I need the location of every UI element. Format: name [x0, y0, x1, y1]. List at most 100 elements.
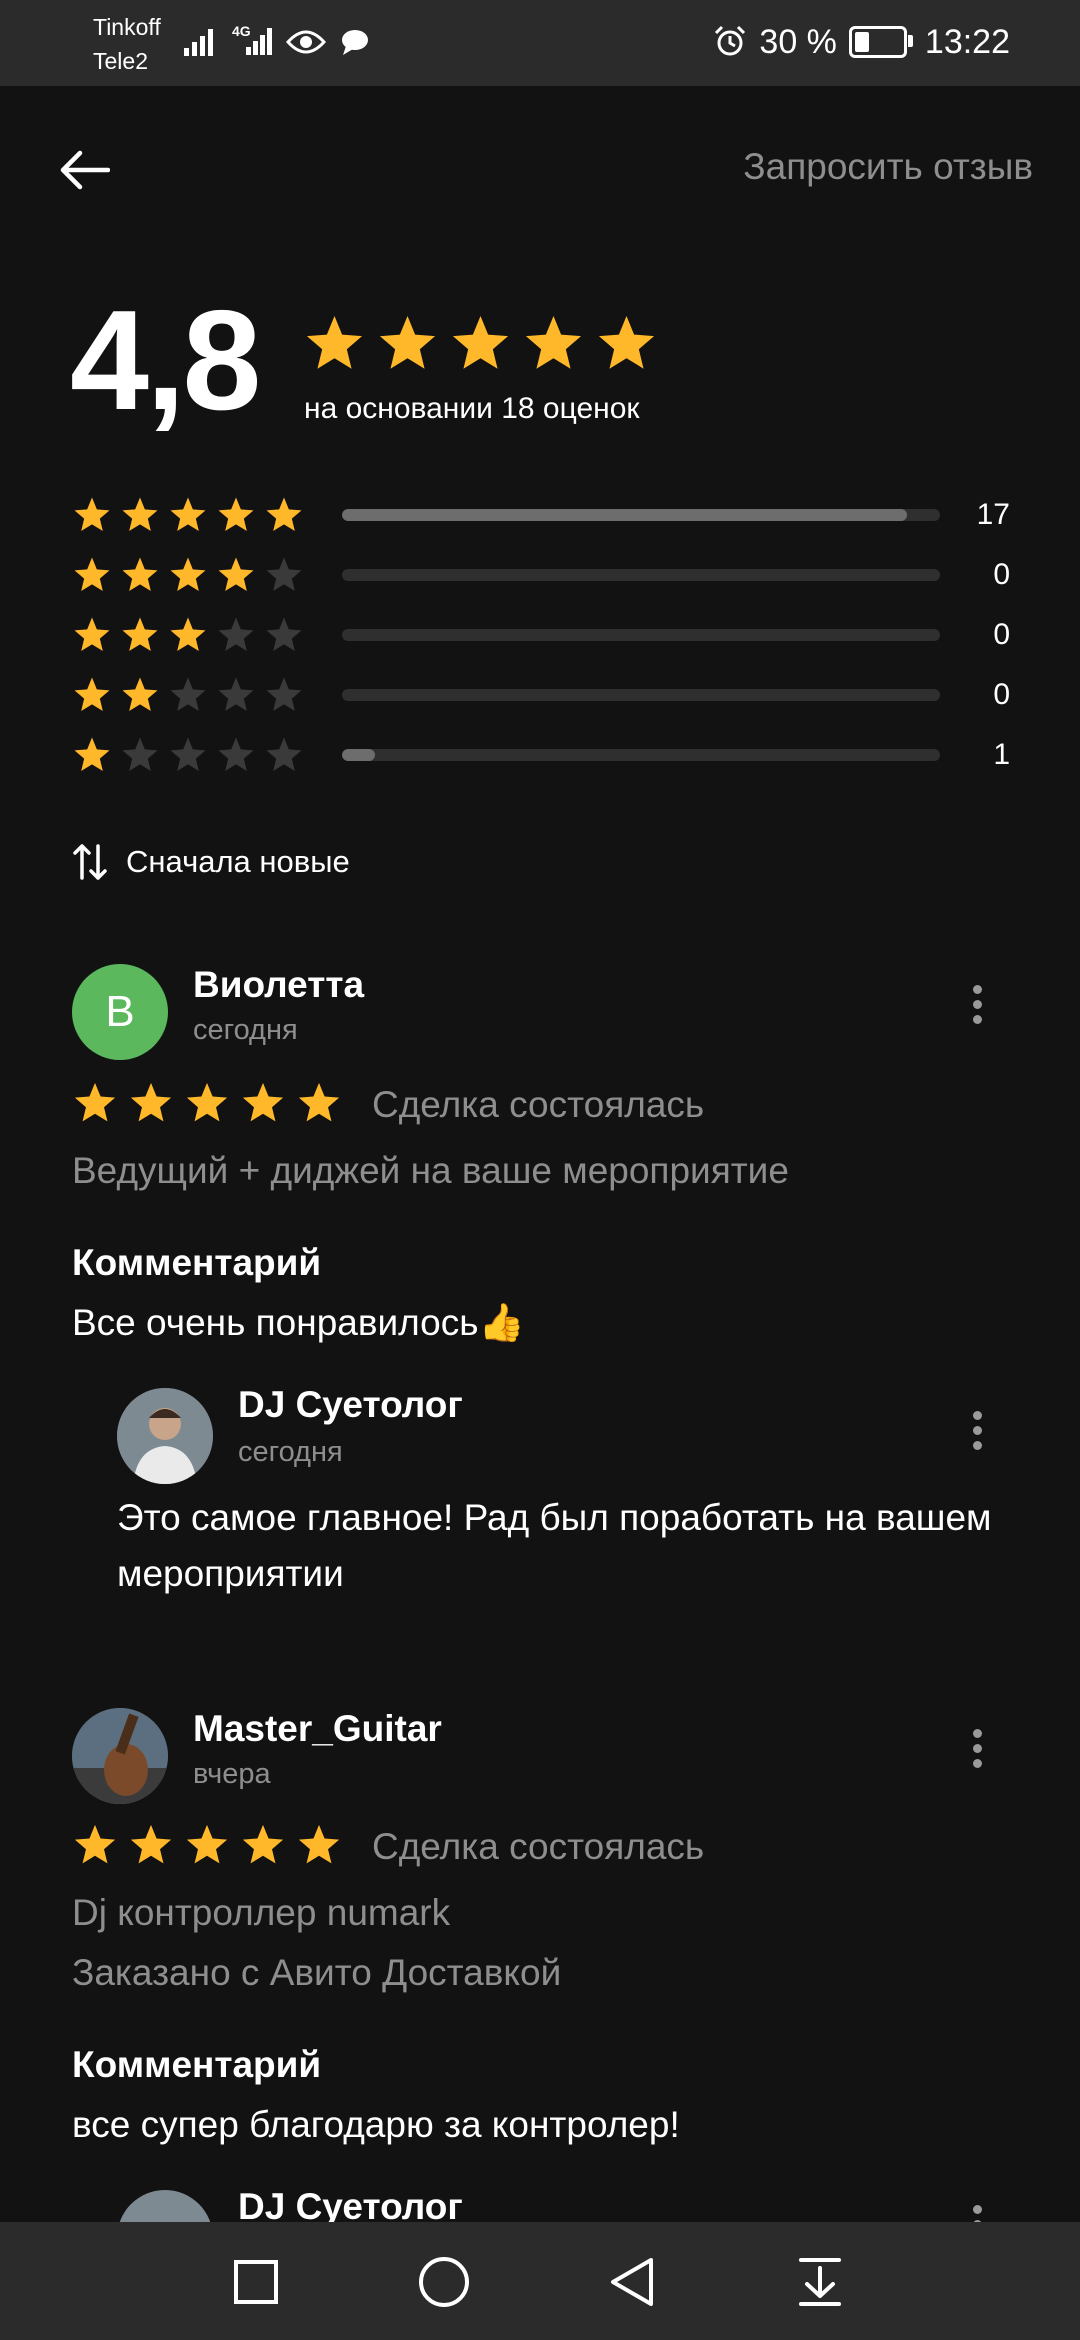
reviewer-name[interactable]: Виолетта [193, 964, 364, 1006]
distribution-row-2: 0 [72, 665, 1017, 725]
row-stars [72, 555, 342, 595]
status-bar: Tinkoff Tele2 4G 30 % 13:22 [0, 0, 1080, 86]
star-filled-icon [74, 617, 110, 651]
sort-arrows-icon [73, 844, 107, 880]
star-filled-icon [122, 617, 158, 651]
average-rating: 4,8 [70, 281, 261, 440]
eye-icon [286, 30, 326, 54]
arrow-left-icon [60, 150, 110, 190]
guitar-photo-icon [72, 1708, 168, 1804]
distribution-bar [342, 689, 940, 701]
reviewer-name[interactable]: Master_Guitar [193, 1708, 442, 1750]
system-nav-bar [0, 2222, 1080, 2340]
carrier-2: Tele2 [93, 48, 148, 74]
distribution-count: 17 [976, 498, 1010, 531]
distribution-row-3: 0 [72, 605, 1017, 665]
review-item-title[interactable]: Ведущий + диджей на ваше мероприятие [72, 1150, 789, 1192]
more-options-button[interactable] [957, 1718, 997, 1778]
comment-text: все супер благодарю за контролер! [72, 2104, 680, 2145]
star-empty-icon [170, 737, 206, 771]
battery-percent: 30 % [759, 22, 837, 61]
star-filled-icon [598, 315, 655, 369]
average-stars [303, 312, 658, 375]
comment-heading: Комментарий [72, 2044, 322, 2085]
star-filled-icon [186, 1824, 228, 1864]
row-stars [72, 735, 342, 775]
star-filled-icon [379, 315, 436, 369]
star-empty-icon [266, 617, 302, 651]
star-filled-icon [218, 557, 254, 591]
square-icon [234, 2260, 278, 2304]
star-filled-icon [122, 677, 158, 711]
star-empty-icon [170, 677, 206, 711]
reply-author-name[interactable]: DJ Суетолог [238, 1384, 463, 1426]
delivery-note: Заказано с Авито Доставкой [72, 1952, 562, 1993]
star-empty-icon [122, 737, 158, 771]
signal-icon [184, 29, 213, 56]
comment-text: Все очень понравилось👍 [72, 1302, 525, 1343]
avatar[interactable]: В [72, 964, 168, 1060]
avatar[interactable] [72, 1708, 168, 1804]
more-options-button[interactable] [957, 974, 997, 1034]
sort-button[interactable]: Сначала новые [72, 842, 350, 882]
star-empty-icon [266, 737, 302, 771]
back-nav-button[interactable] [602, 2252, 662, 2312]
comment-heading: Комментарий [72, 1242, 322, 1283]
recents-button[interactable] [226, 2252, 286, 2312]
alarm-icon [715, 25, 746, 56]
star-filled-icon [170, 497, 206, 531]
star-empty-icon [218, 737, 254, 771]
star-filled-icon [74, 677, 110, 711]
distribution-row-5: 17 [72, 485, 1017, 545]
star-filled-icon [218, 497, 254, 531]
distribution-bar [342, 749, 940, 761]
review-date: сегодня [193, 1014, 298, 1046]
star-filled-icon [170, 617, 206, 651]
row-stars [72, 615, 342, 655]
star-filled-icon [242, 1082, 284, 1122]
star-filled-icon [306, 315, 363, 369]
star-empty-icon [266, 557, 302, 591]
clock: 13:22 [924, 22, 1010, 61]
star-filled-icon [74, 497, 110, 531]
ratings-count-label: на основании 18 оценок [304, 392, 640, 425]
star-filled-icon [122, 497, 158, 531]
review-date: вчера [193, 1758, 271, 1790]
star-filled-icon [74, 557, 110, 591]
star-filled-icon [266, 497, 302, 531]
star-filled-icon [130, 1824, 172, 1864]
reply-date: сегодня [238, 1436, 343, 1468]
reply-text: Это самое главное! Рад был поработать на… [117, 1497, 992, 1594]
star-filled-icon [130, 1082, 172, 1122]
reply-more-options-button[interactable] [957, 1400, 997, 1460]
review-item-title[interactable]: Dj контроллер numark [72, 1892, 450, 1934]
request-review-button[interactable]: Запросить отзыв [743, 146, 1033, 188]
distribution-count: 0 [993, 678, 1010, 711]
distribution-bar [342, 629, 940, 641]
star-filled-icon [525, 315, 582, 369]
back-button[interactable] [52, 138, 116, 202]
reply-avatar[interactable] [117, 1388, 213, 1484]
star-filled-icon [74, 1082, 116, 1122]
carrier-labels: Tinkoff Tele2 [93, 10, 161, 78]
distribution-row-1: 1 [72, 725, 1017, 785]
status-right: 30 % 13:22 [713, 18, 1010, 66]
star-filled-icon [298, 1824, 340, 1864]
star-filled-icon [122, 557, 158, 591]
review-stars [72, 1822, 342, 1868]
star-filled-icon [186, 1082, 228, 1122]
notification-pulldown-button[interactable] [790, 2252, 850, 2312]
chat-bubble-icon [342, 30, 368, 55]
sort-label: Сначала новые [126, 844, 350, 879]
carrier-1: Tinkoff [93, 14, 161, 40]
deal-status: Сделка состоялась [372, 1084, 705, 1125]
row-stars [72, 495, 342, 535]
review-stars [72, 1080, 342, 1126]
person-photo-icon [117, 1388, 213, 1484]
home-button[interactable] [414, 2252, 474, 2312]
deal-status: Сделка состоялась [372, 1826, 705, 1867]
status-icons: 4G [184, 22, 370, 62]
row-stars [72, 675, 342, 715]
distribution-count: 0 [993, 618, 1010, 651]
star-filled-icon [74, 1824, 116, 1864]
